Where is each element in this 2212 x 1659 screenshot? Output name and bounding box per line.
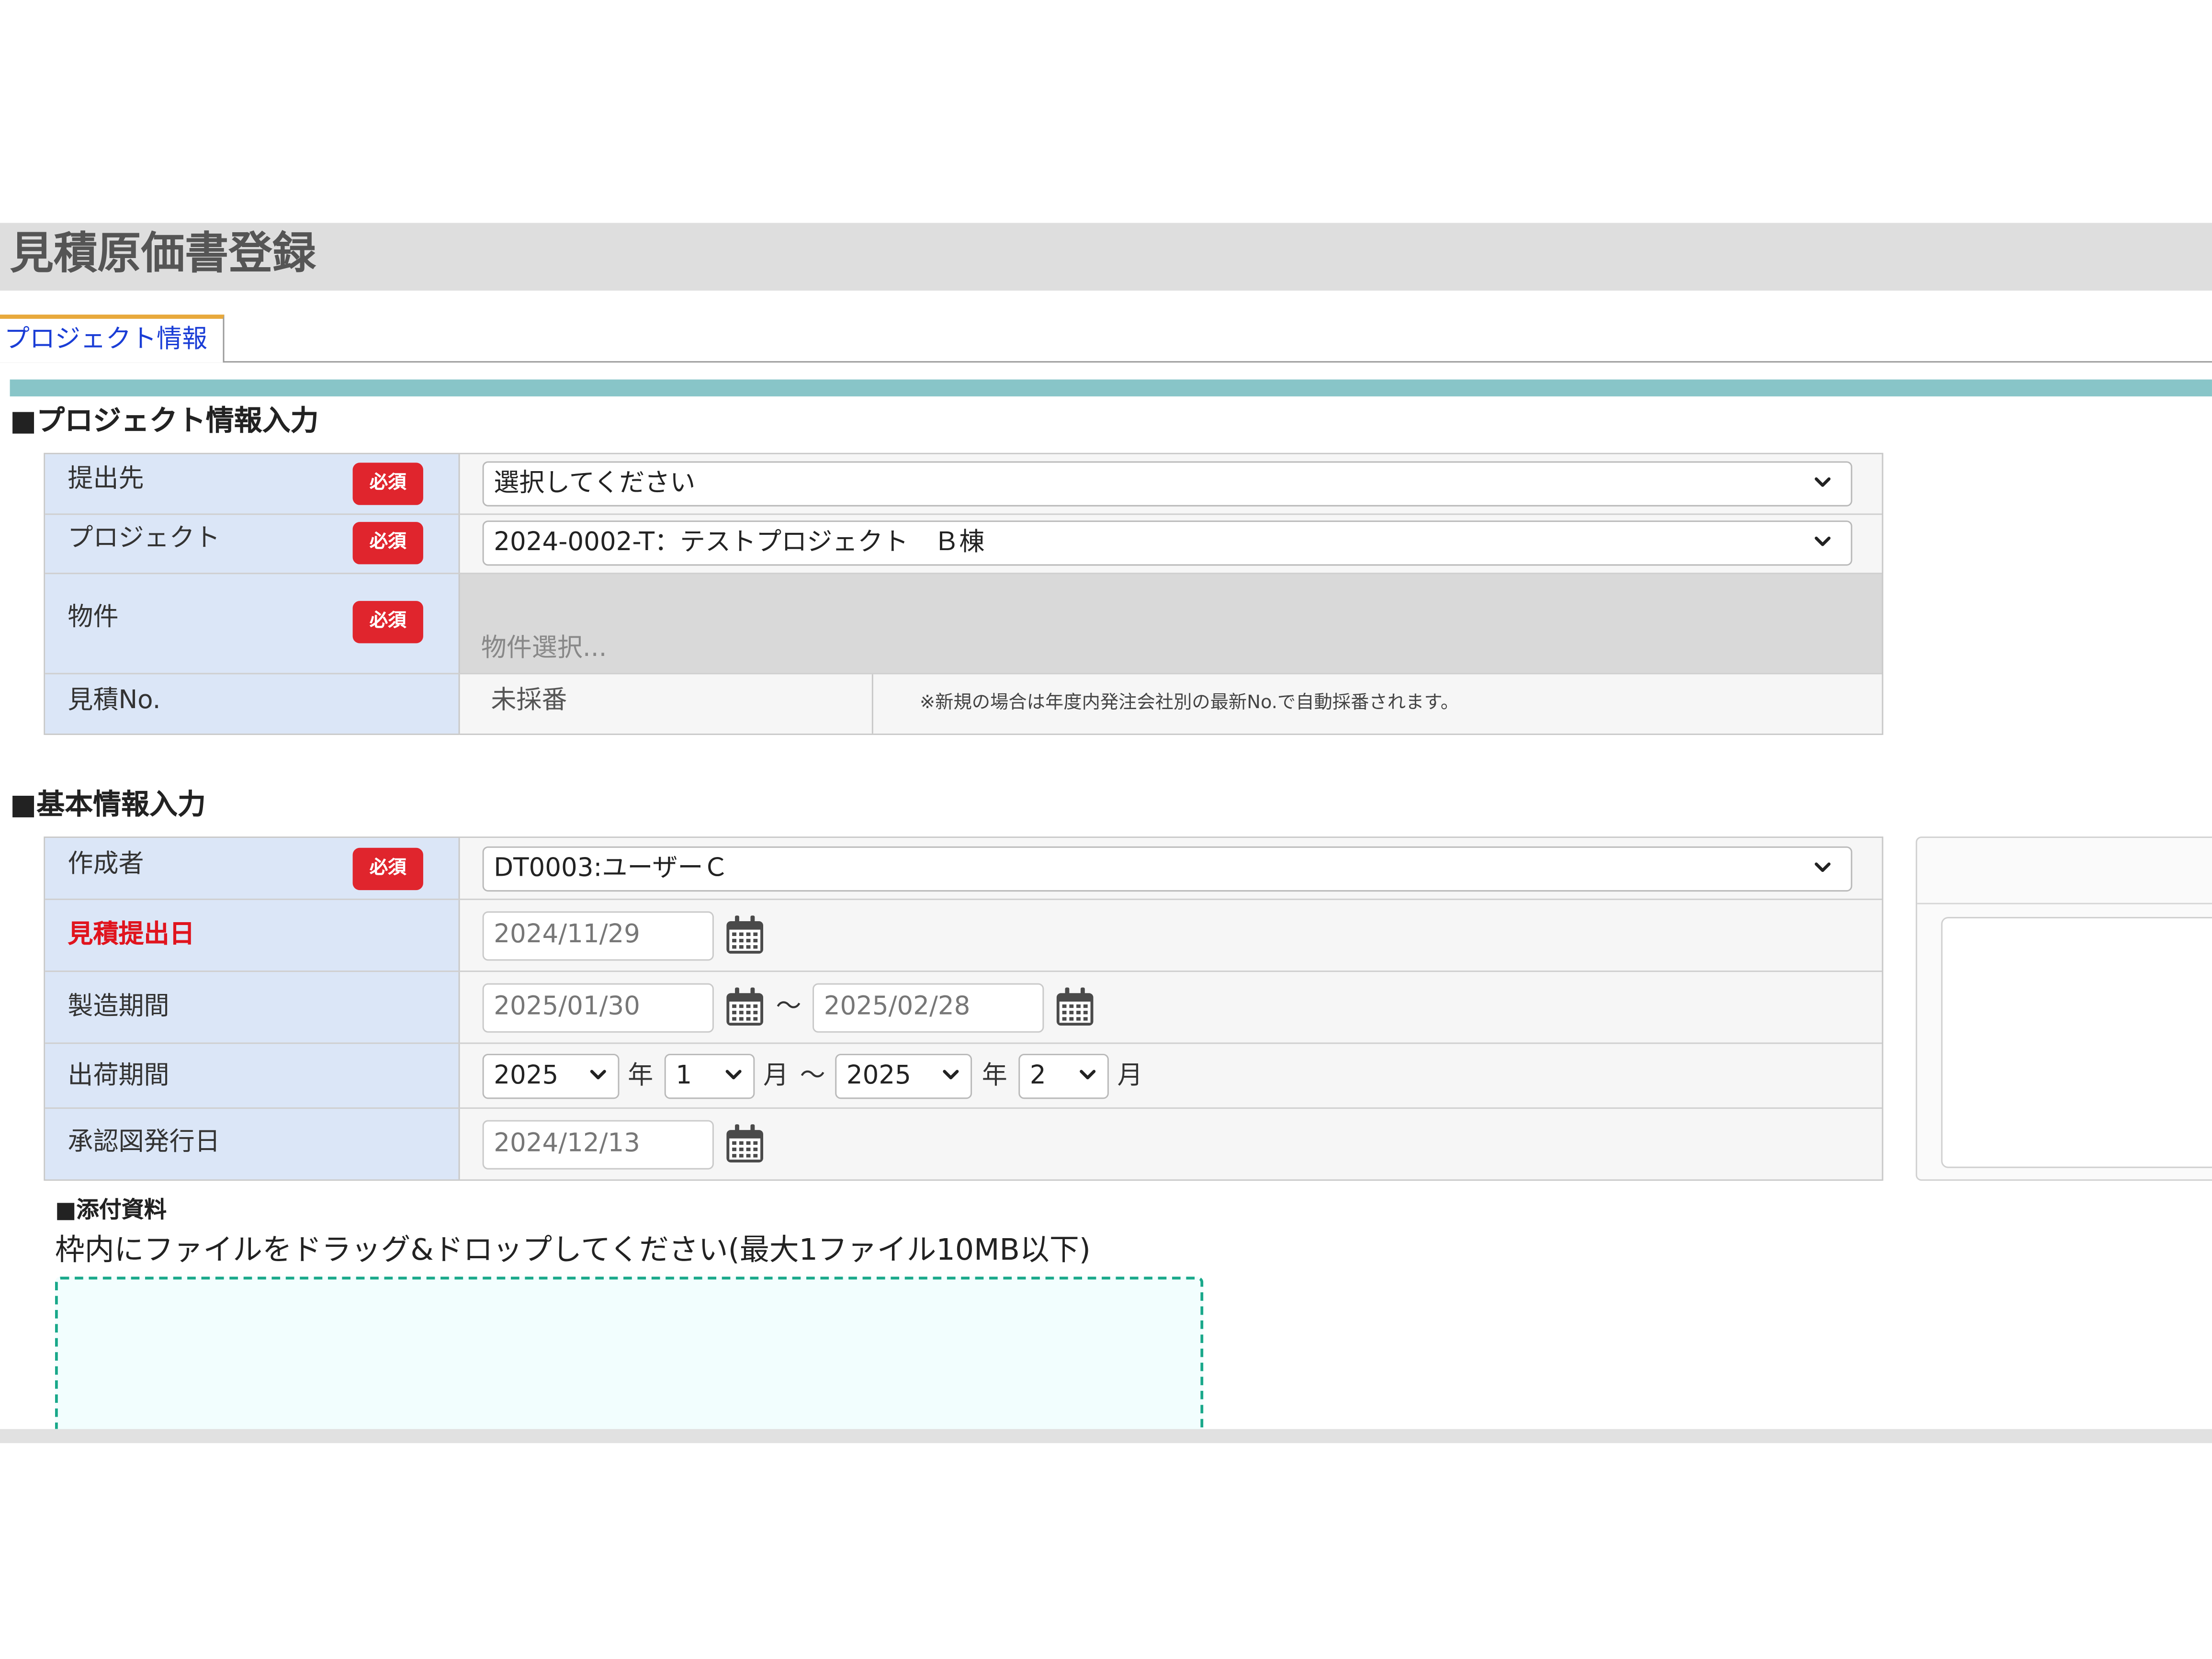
required-badge: 必須 [352, 847, 423, 891]
tab-baseline [0, 361, 2212, 363]
project-value: 2024-0002-T：テストプロジェクト Ｂ棟 [494, 527, 985, 557]
shipping-to-year-value: 2025 [846, 1061, 911, 1091]
author-label: 作成者 [68, 849, 144, 879]
file-drop-zone[interactable] [55, 1276, 1204, 1429]
property-select-placeholder[interactable]: 物件選択... [481, 631, 607, 667]
basic-section-heading: ■基本情報入力 [10, 787, 206, 821]
column-divider [458, 838, 460, 1180]
chevron-down-icon [590, 1066, 607, 1083]
estimate-no-label: 見積No. [68, 685, 161, 715]
required-badge: 必須 [352, 463, 423, 505]
submit-to-select[interactable]: 選択してください [482, 461, 1852, 507]
chevron-down-icon [1814, 474, 1831, 491]
estimate-no-note: ※新規の場合は年度内発注会社別の最新No.で自動採番されます。 [920, 692, 1459, 714]
chevron-down-icon [1079, 1066, 1096, 1083]
required-badge: 必須 [352, 522, 423, 564]
shipping-to-month-value: 2 [1029, 1061, 1046, 1091]
row-divider [45, 513, 1882, 515]
attachments-instruction: 枠内にファイルをドラッグ&ドロップしてください(最大1ファイル10MB以下) [55, 1233, 1091, 1267]
row-divider [45, 898, 1882, 900]
side-panel-divider [1917, 903, 2212, 904]
column-divider [871, 674, 873, 734]
row-divider [45, 971, 1882, 972]
attachments-heading: ■添付資料 [55, 1196, 167, 1223]
submission-date-label: 見積提出日 [68, 920, 195, 949]
shipping-to-month-select[interactable]: 2 [1018, 1053, 1109, 1099]
side-panel-textarea[interactable] [1941, 917, 2212, 1168]
range-separator: ～ [776, 992, 801, 1022]
shipping-from-year-value: 2025 [494, 1061, 559, 1091]
estimate-no-value: 未採番 [491, 685, 567, 715]
submit-to-value: 選択してください [494, 468, 696, 498]
required-badge: 必須 [352, 601, 423, 643]
shipping-period-label: 出荷期間 [68, 1061, 169, 1091]
month-unit: 月 [1117, 1061, 1143, 1091]
horizontal-scrollbar[interactable] [0, 1429, 2212, 1444]
calendar-icon[interactable] [724, 914, 766, 956]
manufacturing-period-label: 製造期間 [68, 992, 169, 1022]
calendar-icon[interactable] [1054, 986, 1096, 1028]
chevron-down-icon [1814, 533, 1831, 550]
row-divider [45, 1107, 1882, 1109]
title-bar [0, 223, 2212, 291]
page-title: 見積原価書登録 [10, 228, 316, 280]
row-divider [45, 1042, 1882, 1044]
author-select[interactable]: DT0003:ユーザーＣ [482, 846, 1852, 892]
column-divider [458, 454, 460, 734]
tab-project-info-label[interactable]: プロジェクト情報 [4, 320, 207, 360]
project-select[interactable]: 2024-0002-T：テストプロジェクト Ｂ棟 [482, 520, 1852, 566]
approval-drawing-date-input[interactable]: 2024/12/13 [482, 1120, 714, 1170]
shipping-from-month-select[interactable]: 1 [664, 1053, 755, 1099]
month-unit: 月 [763, 1061, 789, 1091]
shipping-to-year-select[interactable]: 2025 [835, 1053, 972, 1099]
property-label: 物件 [68, 602, 119, 632]
shipping-from-year-select[interactable]: 2025 [482, 1053, 620, 1099]
calendar-icon[interactable] [724, 1123, 766, 1165]
row-divider [45, 573, 1882, 575]
submission-date-input[interactable]: 2024/11/29 [482, 911, 714, 961]
year-unit: 年 [982, 1061, 1007, 1091]
row-divider [45, 673, 1882, 675]
property-cell [460, 573, 1882, 673]
project-section-heading: ■プロジェクト情報入力 [10, 403, 319, 438]
author-value: DT0003:ユーザーＣ [494, 853, 729, 883]
manufacturing-from-input[interactable]: 2025/01/30 [482, 983, 714, 1033]
approval-drawing-date-label: 承認図発行日 [68, 1127, 220, 1157]
manufacturing-to-input[interactable]: 2025/02/28 [813, 983, 1044, 1033]
chevron-down-icon [725, 1066, 742, 1083]
year-unit: 年 [628, 1061, 654, 1091]
calendar-icon[interactable] [724, 986, 766, 1028]
shipping-from-month-value: 1 [676, 1061, 692, 1091]
submit-to-label: 提出先 [68, 464, 144, 494]
project-label: プロジェクト [68, 523, 220, 553]
chevron-down-icon [942, 1066, 959, 1083]
chevron-down-icon [1814, 859, 1831, 876]
section-divider [10, 379, 2212, 396]
range-separator: ～ [800, 1061, 825, 1091]
